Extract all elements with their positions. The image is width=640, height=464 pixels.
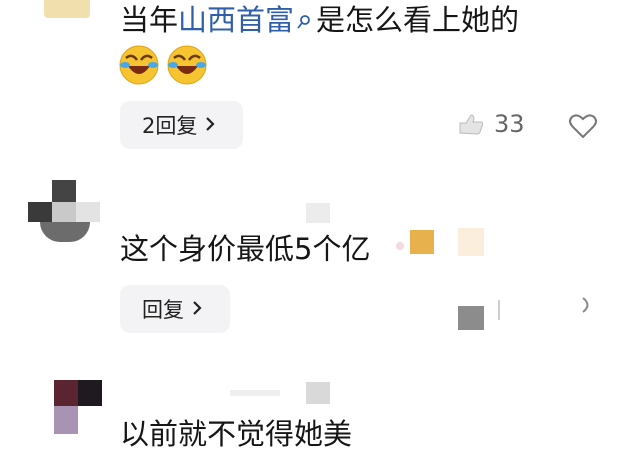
thumbs-up-icon[interactable]: [458, 113, 484, 135]
avatar[interactable]: [44, 380, 102, 436]
laughing-emoji-icon: [118, 44, 160, 86]
like-count: 33: [494, 110, 525, 138]
avatar[interactable]: [44, 0, 90, 18]
comment-text-suffix: 是怎么看上她的: [316, 3, 520, 37]
thumbs-up-icon[interactable]: [458, 306, 484, 330]
search-icon[interactable]: [296, 2, 312, 38]
chevron-right-icon: [205, 113, 215, 137]
blurred-header: [230, 382, 330, 406]
like-count-blurred: [498, 300, 512, 320]
reply-button-label: 2回复: [142, 114, 198, 138]
sticker-icon: [396, 228, 490, 258]
like-area: 33: [458, 110, 525, 138]
comment-text: 这个身价最低5个亿: [120, 232, 371, 266]
chevron-right-icon: [192, 297, 202, 321]
comment-text: 以前就不觉得她美: [120, 417, 353, 451]
emoji-row: [118, 44, 208, 86]
topic-link[interactable]: 山西首富: [178, 3, 294, 37]
avatar[interactable]: [28, 180, 100, 242]
blurred-header: [306, 203, 330, 223]
heart-icon[interactable]: [580, 296, 594, 314]
reply-button-label: 回复: [142, 298, 184, 322]
laughing-emoji-icon: [166, 44, 208, 86]
comment-text: 当年山西首富 是怎么看上她的: [120, 2, 519, 38]
heart-icon[interactable]: [568, 112, 598, 140]
reply-button[interactable]: 回复: [120, 285, 230, 333]
reply-button[interactable]: 2回复: [120, 101, 243, 149]
comment-text-prefix: 当年: [120, 3, 179, 37]
